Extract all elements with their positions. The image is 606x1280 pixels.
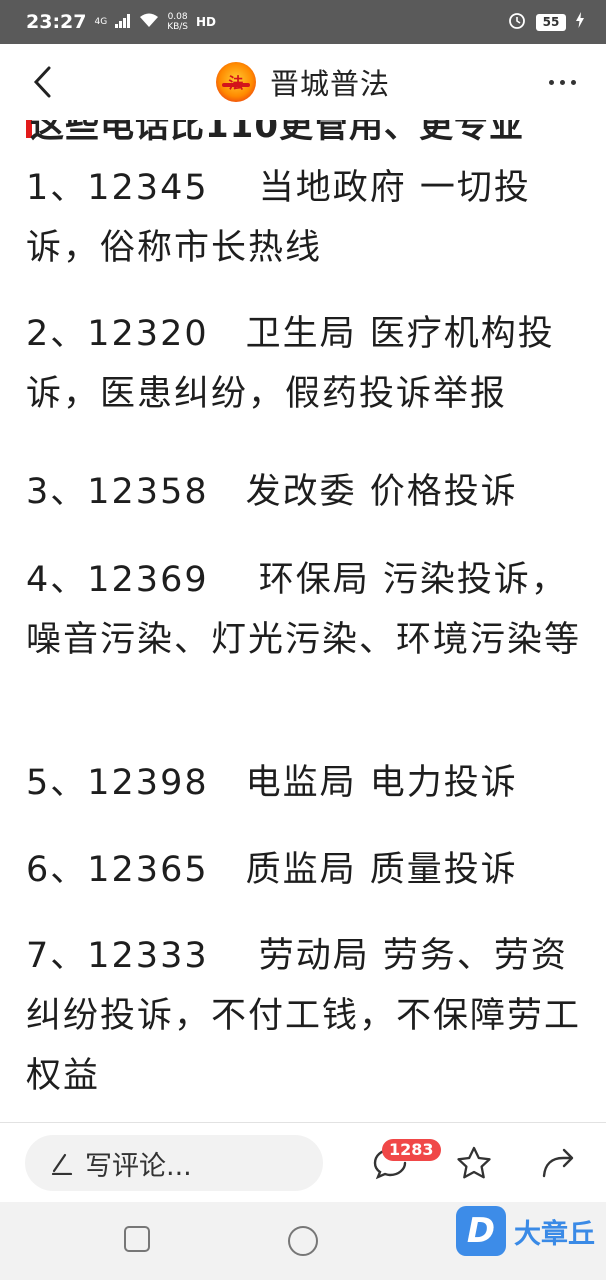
watermark: D 大章丘 bbox=[456, 1206, 595, 1256]
recents-button[interactable] bbox=[122, 1224, 154, 1256]
hotline-item: 2、12320 卫生局 医疗机构投诉，医患纠纷，假药投诉举报 bbox=[26, 314, 555, 414]
hotline-item: 4、12369 环保局 污染投诉，噪音污染、灯光污染、环境污染等 bbox=[26, 560, 582, 660]
status-bar: 23:27 4G 0.08 KB/S HD 55 bbox=[0, 0, 606, 44]
battery-indicator: 55 bbox=[536, 13, 566, 31]
signal-icon bbox=[115, 11, 131, 33]
hotline-item: 5、12398 电监局 电力投诉 bbox=[26, 763, 518, 803]
favorite-button[interactable] bbox=[450, 1139, 498, 1187]
charging-icon bbox=[576, 11, 584, 33]
star-icon bbox=[457, 1146, 491, 1179]
share-button[interactable] bbox=[534, 1139, 582, 1187]
more-dot-icon bbox=[548, 79, 554, 85]
page-title: 晋城普法 bbox=[269, 67, 390, 101]
watermark-logo: D bbox=[456, 1206, 506, 1256]
network-speed: 0.08 KB/S bbox=[167, 12, 189, 32]
circle-icon bbox=[288, 1226, 318, 1256]
hd-indicator: HD bbox=[196, 15, 217, 29]
wifi-icon bbox=[139, 11, 159, 33]
more-dot-icon bbox=[570, 79, 576, 85]
alarm-icon bbox=[508, 11, 526, 34]
back-button[interactable] bbox=[22, 62, 62, 102]
comment-placeholder: 写评论... bbox=[85, 1150, 192, 1182]
app-header: 法 晋城普法 bbox=[0, 44, 606, 120]
article-content[interactable]: 这些电话比110更管用、更专业 1、12345 当地政府 一切投诉，俗称市长热线… bbox=[0, 120, 606, 1122]
pen-icon bbox=[51, 1153, 73, 1175]
comment-count-badge: 1283 bbox=[382, 1139, 441, 1161]
more-dot-icon bbox=[559, 79, 565, 85]
home-button[interactable] bbox=[286, 1224, 318, 1256]
bottom-action-bar: 写评论... 1283 bbox=[0, 1122, 606, 1202]
hotline-item: 3、12358 发改委 价格投诉 bbox=[26, 472, 518, 512]
watermark-text: 大章丘 bbox=[514, 1218, 595, 1250]
square-icon bbox=[124, 1226, 150, 1252]
network-type: 4G bbox=[94, 16, 108, 27]
hotline-item: 1、12345 当地政府 一切投诉，俗称市长热线 bbox=[26, 168, 531, 268]
chevron-left-icon bbox=[33, 66, 51, 98]
hotline-item: 7、12333 劳动局 劳务、劳资纠纷投诉，不付工钱，不保障劳工权益 bbox=[26, 936, 582, 1096]
logo-text: 法 bbox=[228, 73, 244, 92]
account-logo: 法 bbox=[215, 62, 256, 102]
section-heading: 这些电话比110更管用、更专业 bbox=[30, 120, 524, 146]
more-options-button[interactable] bbox=[542, 66, 582, 98]
share-arrow-icon bbox=[542, 1148, 574, 1178]
status-time: 23:27 bbox=[26, 11, 87, 33]
comment-input[interactable]: 写评论... bbox=[25, 1135, 323, 1191]
hotline-item: 6、12365 质监局 质量投诉 bbox=[26, 850, 518, 890]
